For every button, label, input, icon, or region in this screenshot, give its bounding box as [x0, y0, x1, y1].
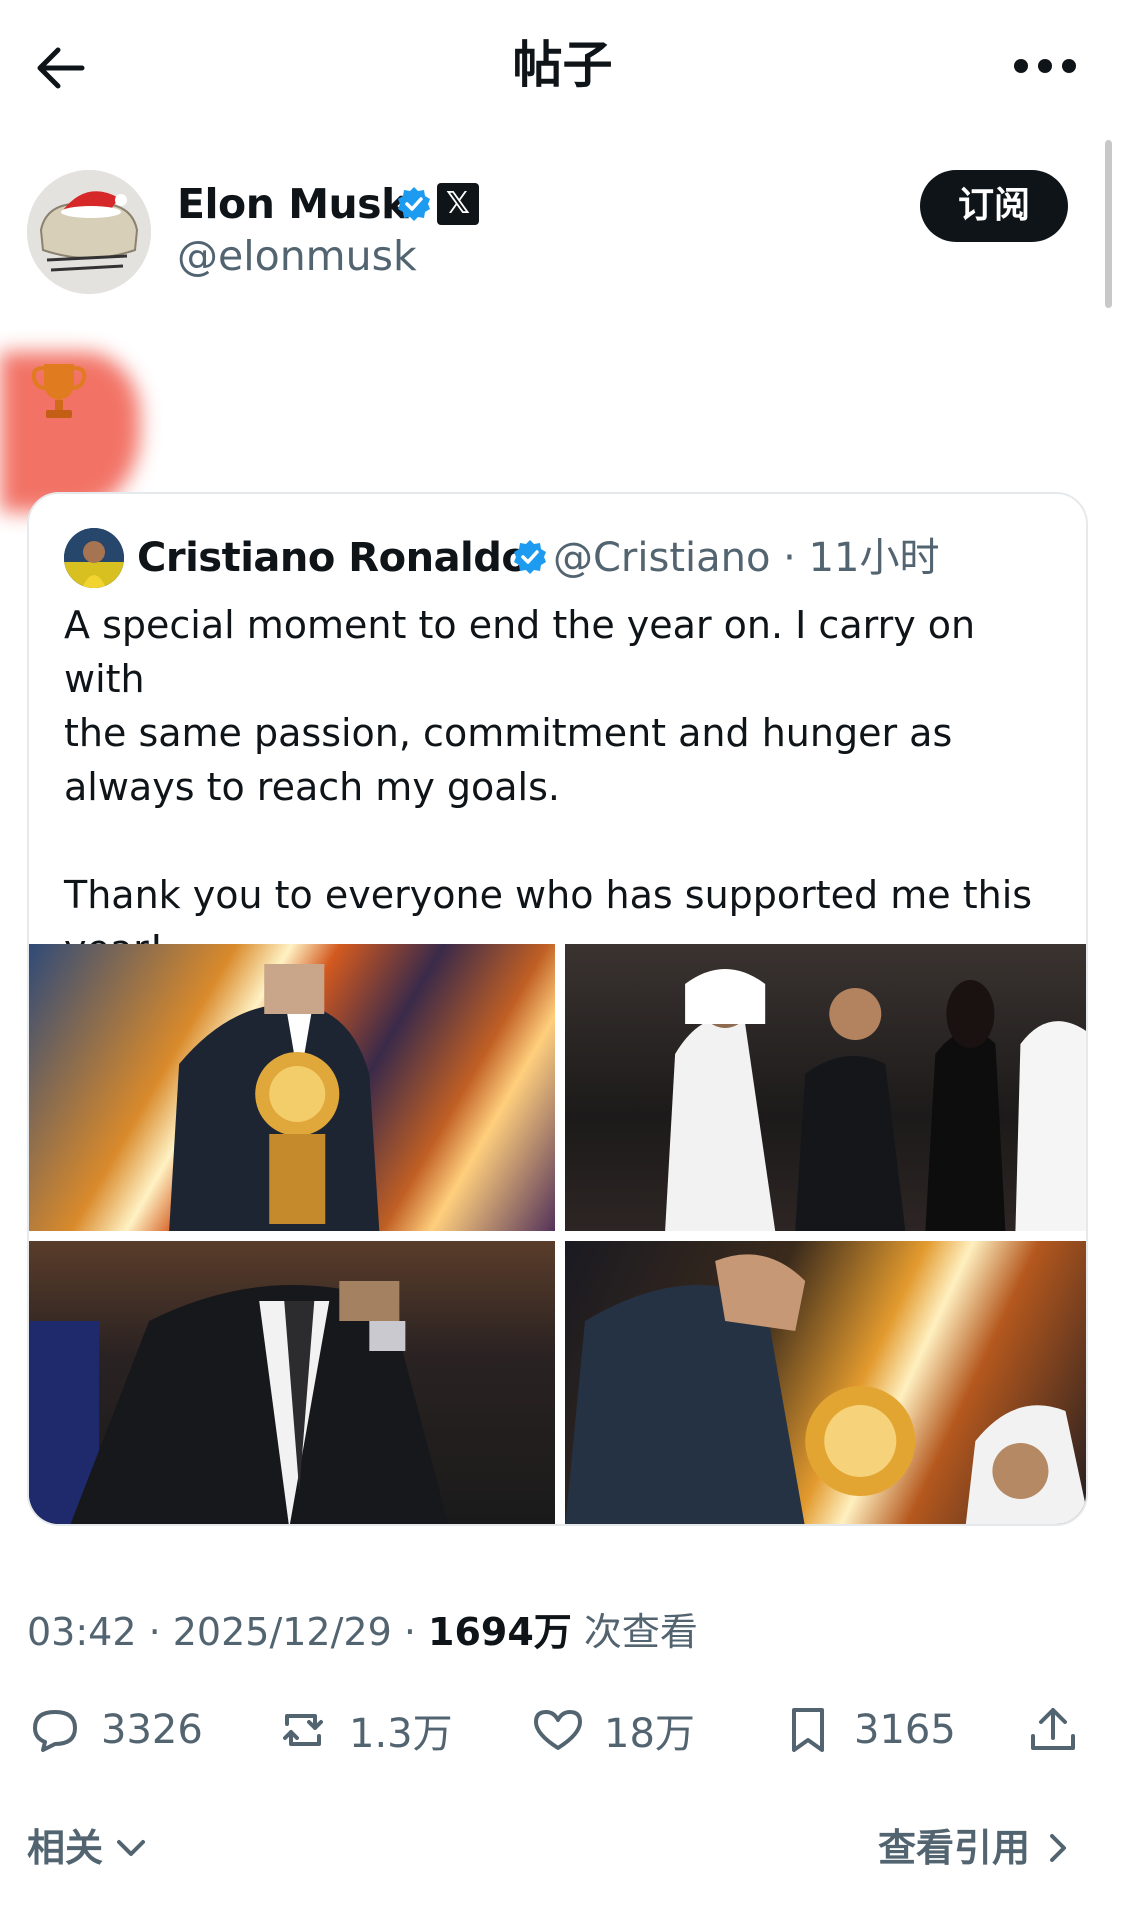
photo-seated: [29, 1281, 449, 1524]
verified-icon: [398, 187, 430, 221]
media-photo-1[interactable]: [29, 944, 555, 1231]
bookmark-count: 3165: [854, 1707, 956, 1753]
trophy-icon: [31, 364, 87, 418]
quote-author-name[interactable]: Cristiano Ronaldo: [137, 530, 529, 586]
repost-count: 1.3万: [349, 1711, 453, 1757]
photo-profile-trophy: [564, 1254, 1086, 1524]
like-count: 18万: [604, 1711, 695, 1757]
media-grid: [29, 944, 1086, 1524]
scrollbar[interactable]: [1105, 140, 1112, 308]
author-name[interactable]: Elon Musk: [177, 176, 408, 232]
view-quotes-link[interactable]: 查看引用: [878, 1820, 1078, 1876]
verified-icon: [514, 540, 546, 574]
related-label: 相关: [27, 1826, 104, 1870]
media-photo-4[interactable]: [564, 1241, 1086, 1524]
more-icon: [1014, 59, 1028, 73]
quote-avatar-image: [64, 528, 124, 588]
share-button[interactable]: [1025, 1700, 1081, 1760]
like-button[interactable]: 18万: [530, 1700, 695, 1760]
quote-avatar[interactable]: [64, 528, 124, 588]
view-count: 1694万: [428, 1610, 572, 1654]
chevron-right-icon: [1050, 1834, 1067, 1862]
repost-icon: [283, 1714, 323, 1746]
x-affiliate-badge: 𝕏: [437, 183, 479, 225]
reply-button[interactable]: 3326: [27, 1700, 203, 1760]
quoted-post-card[interactable]: Cristiano Ronaldo @Cristiano · 11小时 A sp…: [27, 492, 1088, 1526]
view-quotes-label: 查看引用: [878, 1826, 1031, 1870]
repost-button[interactable]: 1.3万: [275, 1700, 453, 1760]
bookmark-icon: [792, 1708, 824, 1752]
more-button[interactable]: [1000, 48, 1090, 84]
avatar-image: [27, 170, 151, 294]
author-avatar[interactable]: [27, 170, 151, 294]
media-photo-3[interactable]: [29, 1241, 555, 1524]
quote-handle-time: @Cristiano · 11小时: [553, 535, 940, 581]
chevron-down-icon: [117, 1840, 146, 1856]
quote-text: A special moment to end the year on. I c…: [64, 603, 1033, 971]
reply-count: 3326: [101, 1707, 203, 1753]
page-title: 帖子: [512, 36, 613, 94]
reply-icon: [33, 1710, 77, 1752]
more-icon-dot: [1062, 59, 1076, 73]
post-timestamp: 03:42 · 2025/12/29 ·: [27, 1610, 429, 1654]
photo-trophy-presentation: [169, 964, 380, 1231]
like-icon: [534, 1710, 582, 1750]
media-photo-2[interactable]: [564, 944, 1086, 1231]
author-handle[interactable]: @elonmusk: [177, 228, 417, 284]
bookmark-button[interactable]: 3165: [780, 1700, 956, 1760]
share-icon: [1031, 1708, 1075, 1750]
subscribe-button[interactable]: 订阅: [920, 170, 1068, 242]
more-icon-dot: [1038, 59, 1052, 73]
photo-audience: [664, 969, 1086, 1231]
related-toggle[interactable]: 相关: [27, 1820, 151, 1876]
post-meta: 03:42 · 2025/12/29 · 1694万 次查看: [27, 1604, 698, 1660]
view-label: 次查看: [571, 1610, 698, 1654]
